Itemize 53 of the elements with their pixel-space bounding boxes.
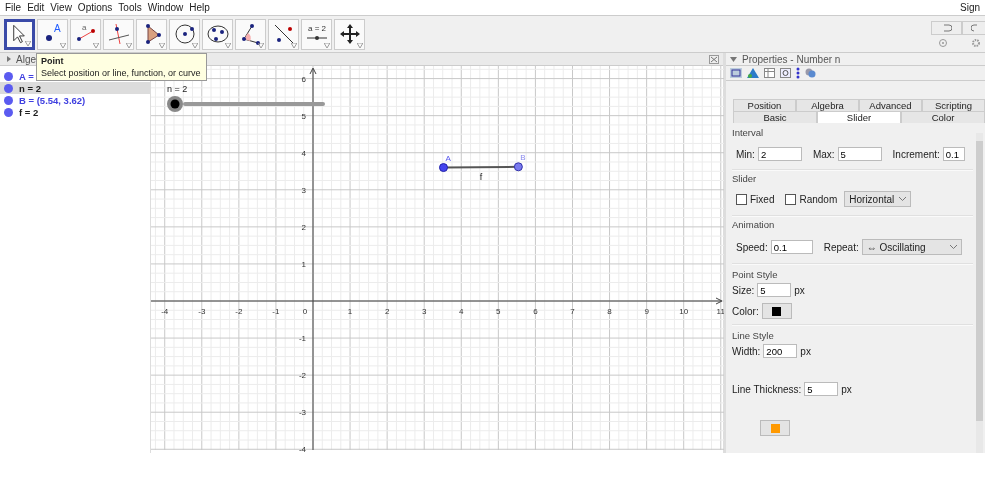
axis-label: 10 xyxy=(679,307,689,316)
axis-label: 1 xyxy=(347,307,353,316)
axis-label: 2 xyxy=(301,222,306,232)
axis-label: 3 xyxy=(301,185,306,195)
view-title: Alge xyxy=(16,53,36,65)
axis-label: -1 xyxy=(272,307,280,316)
field-label: Width: xyxy=(732,345,761,357)
axis-label: -4 xyxy=(298,445,306,453)
field-label: Max: xyxy=(812,148,835,160)
axis-label: 1 xyxy=(301,259,306,269)
axis-label: 6 xyxy=(533,307,538,316)
checkbox-label: Fixed xyxy=(750,193,775,205)
axis-label: 4 xyxy=(301,148,306,158)
axis-label: 0 xyxy=(302,307,308,316)
section-title: Slider xyxy=(732,173,758,184)
axis-label: -1 xyxy=(298,334,306,344)
axis-label: -3 xyxy=(198,307,206,316)
axis-label: 3 xyxy=(422,307,427,316)
axis-label: 7 xyxy=(570,307,575,316)
panel-title: Properties - Number n xyxy=(742,53,841,65)
field-label: Min: xyxy=(736,148,755,160)
axis-label: 6 xyxy=(301,74,306,84)
unit-label: px xyxy=(794,284,805,296)
axis-label: 5 xyxy=(301,111,306,121)
unit-label: px xyxy=(800,345,811,357)
field-label: Repeat: xyxy=(823,241,859,253)
section-title: Interval xyxy=(732,127,765,138)
axis-label: 8 xyxy=(607,307,612,316)
slider-label: n = 2 xyxy=(167,84,188,94)
field-label: Color: xyxy=(732,305,759,317)
segment-label: f xyxy=(479,171,483,182)
axis-label: -4 xyxy=(161,307,169,316)
axis-label: 9 xyxy=(644,307,649,316)
unit-label: px xyxy=(841,383,852,395)
point-label: B xyxy=(520,152,526,162)
axis-label: 4 xyxy=(459,307,464,316)
section-title: Point Style xyxy=(732,269,779,280)
field-label: Size: xyxy=(732,284,755,296)
field-label: Speed: xyxy=(736,241,768,253)
point-label: A xyxy=(445,153,451,163)
section-title: Animation xyxy=(732,219,776,230)
tooltip-text: Select position or line, function, or curve xyxy=(41,67,202,79)
axis-label: -3 xyxy=(298,408,306,418)
tooltip-title: Point xyxy=(41,55,65,67)
axis-label: 11 xyxy=(716,307,724,316)
axis-label: 5 xyxy=(496,307,501,316)
field-label: Line Thickness: xyxy=(732,383,802,395)
section-title: Line Style xyxy=(732,330,775,341)
axis-label: -2 xyxy=(235,307,243,316)
axis-label: -2 xyxy=(298,371,306,381)
checkbox-label: Random xyxy=(799,193,838,205)
field-label: Increment: xyxy=(892,148,940,160)
axis-label: 2 xyxy=(384,307,390,316)
